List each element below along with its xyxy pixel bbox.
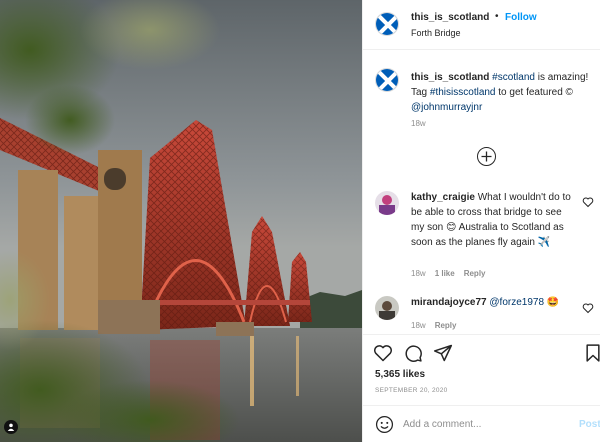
post-date[interactable]: SEPTEMBER 20, 2020: [375, 387, 448, 394]
comment-meta: 18w Reply: [411, 321, 465, 330]
reply-button[interactable]: Reply: [435, 321, 457, 330]
caption-text: this_is_scotland #scotland is amazing! T…: [411, 70, 595, 115]
caption-body: to get featured ©: [495, 87, 573, 98]
comment-username[interactable]: kathy_craigie: [411, 192, 475, 203]
user-tag-icon[interactable]: [4, 420, 18, 434]
comment-meta: 18w 1 like Reply: [411, 269, 495, 278]
comment-text: kathy_craigie What I wouldn't do to be a…: [411, 190, 576, 250]
likes-count[interactable]: 5,365 likes: [375, 369, 425, 380]
comment-timestamp[interactable]: 18w: [411, 321, 426, 330]
caption-timestamp[interactable]: 18w: [411, 119, 426, 128]
saltire-flag-icon[interactable]: [375, 12, 399, 36]
heart-icon[interactable]: [582, 196, 594, 208]
heart-icon[interactable]: [373, 343, 393, 363]
comment-likes[interactable]: 1 like: [435, 269, 455, 278]
post-photo[interactable]: [0, 0, 362, 442]
hashtag-link[interactable]: #scotland: [492, 72, 535, 83]
comment-text: mirandajoyce77 @forze1978 🤩: [411, 295, 576, 310]
hashtag-link[interactable]: #thisisscotland: [430, 87, 496, 98]
comment-timestamp[interactable]: 18w: [411, 269, 426, 278]
header-username[interactable]: this_is_scotland: [411, 12, 489, 23]
post-sidebar: this_is_scotland • Follow Forth Bridge t…: [362, 0, 600, 442]
location-link[interactable]: Forth Bridge: [411, 28, 461, 38]
comment-username[interactable]: mirandajoyce77: [411, 297, 487, 308]
comment-icon[interactable]: [403, 343, 423, 363]
reply-button[interactable]: Reply: [464, 269, 486, 278]
comment-emoji: 🤩: [546, 297, 560, 308]
share-icon[interactable]: [433, 343, 453, 363]
forth-bridge-photo: [0, 0, 362, 442]
emoji-icon[interactable]: [375, 415, 394, 434]
mention-link[interactable]: @johnmurrayjnr: [411, 102, 482, 113]
follow-button[interactable]: Follow: [505, 12, 537, 23]
bookmark-icon[interactable]: [583, 343, 600, 363]
commenter-avatar[interactable]: [375, 296, 399, 320]
add-comment-bar: Post: [363, 405, 600, 442]
mention-link[interactable]: @forze1978: [489, 297, 544, 308]
commenter-avatar[interactable]: [375, 191, 399, 215]
plus-circle-icon[interactable]: [477, 147, 496, 166]
comment-input[interactable]: [403, 415, 563, 434]
saltire-flag-icon[interactable]: [375, 68, 399, 92]
heart-icon[interactable]: [582, 302, 594, 314]
post-header: this_is_scotland • Follow Forth Bridge: [363, 0, 600, 50]
post-button[interactable]: Post: [579, 419, 600, 430]
caption-username[interactable]: this_is_scotland: [411, 72, 489, 83]
header-separator: •: [495, 11, 499, 22]
